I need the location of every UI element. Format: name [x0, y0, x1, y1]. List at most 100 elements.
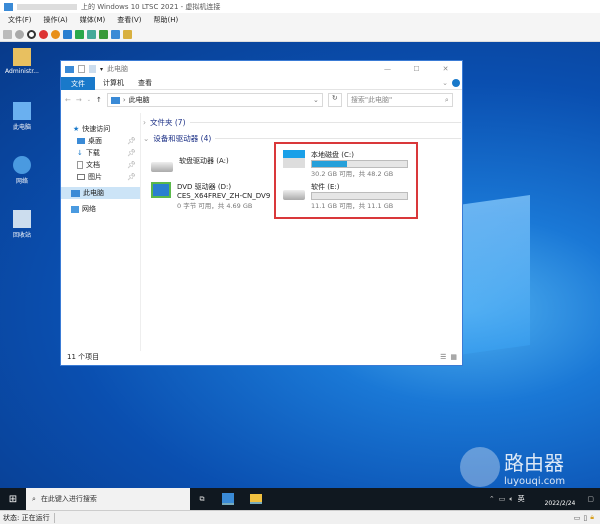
nav-quick-access[interactable]: ★ 快速访问	[61, 123, 140, 135]
group-folders[interactable]: › 文件夹 (7)	[143, 117, 461, 128]
enhanced-session-icon[interactable]	[111, 29, 120, 39]
drive-c[interactable]: 本地磁盘 (C:) 30.2 GB 可用，共 48.2 GB	[283, 150, 408, 178]
label: 桌面	[88, 137, 102, 145]
explorer-status-bar: 11 个项目 ☰ ▦	[67, 352, 457, 362]
vm-status-bar: 状态: 正在运行 ▭ ▯ 🔒︎	[0, 510, 600, 524]
drive-name: 本地磁盘 (C:)	[311, 151, 354, 159]
desktop-icon-network[interactable]: 网络	[4, 156, 40, 185]
label: 文件夹 (7)	[150, 118, 186, 127]
close-button[interactable]: ✕	[433, 65, 458, 73]
notification-icon[interactable]: ▢	[587, 495, 594, 503]
tab-file[interactable]: 文件	[61, 76, 95, 90]
nav-documents[interactable]: 文档 📌︎	[61, 159, 140, 171]
save-icon[interactable]	[51, 29, 60, 39]
file-explorer-icon[interactable]	[250, 494, 262, 504]
clock-date[interactable]: 2022/2/24	[545, 500, 576, 507]
vm-app-icon[interactable]	[222, 493, 234, 505]
taskbar-search[interactable]: ⌕ 在此键入进行搜索	[26, 488, 190, 510]
nav-this-pc[interactable]: 此电脑	[61, 187, 140, 199]
properties-icon[interactable]	[78, 65, 85, 73]
address-bar[interactable]: › 此电脑 ⌄	[106, 93, 323, 107]
share-icon[interactable]	[123, 29, 132, 39]
label: 下载	[85, 149, 100, 157]
computer-icon	[65, 65, 74, 73]
nav-network[interactable]: 网络	[61, 203, 140, 215]
quick-access-dropdown-icon[interactable]: ▾	[100, 66, 103, 73]
menu-file[interactable]: 文件(F)	[8, 15, 32, 25]
task-view-icon[interactable]: ⧉	[190, 495, 214, 504]
menu-view[interactable]: 查看(V)	[117, 15, 141, 25]
ctrl-alt-del-icon[interactable]	[3, 29, 12, 39]
label: 文档	[86, 161, 100, 169]
recent-dropdown-icon[interactable]: ⌄	[87, 97, 91, 103]
vm-status: 状态: 正在运行	[3, 512, 55, 523]
menu-action[interactable]: 操作(A)	[44, 15, 68, 25]
drive-info: 30.2 GB 可用，共 48.2 GB	[311, 170, 394, 178]
volume-icon[interactable]: 🔈︎	[509, 495, 513, 504]
hard-drive-icon	[283, 190, 305, 200]
new-folder-icon[interactable]	[89, 65, 96, 73]
explorer-title-bar: ▾ 此电脑 — ☐ ✕	[61, 61, 462, 77]
floppy-drive-icon	[151, 162, 173, 172]
nav-pictures[interactable]: 图片 📌︎	[61, 171, 140, 183]
desktop-icon-this-pc[interactable]: 此电脑	[4, 102, 40, 131]
back-button[interactable]: ←	[65, 96, 71, 104]
expand-ribbon-icon[interactable]: ⌄	[442, 79, 448, 87]
drive-d[interactable]: DVD 驱动器 (D:) CES_X64FREV_ZH-CN_DV9 0 字节 可用…	[151, 182, 270, 210]
ribbon-tabs: 文件 计算机 查看 ⌄	[61, 76, 462, 90]
pin-icon: 📌︎	[127, 149, 136, 157]
redacted-host	[17, 3, 77, 10]
nav-pane: ★ 快速访问 桌面 📌︎ ↓ 下载 📌︎ 文档 📌︎ 图片 📌︎ 此电脑 网络	[61, 113, 141, 351]
start-icon[interactable]	[15, 29, 24, 39]
drive-info: 0 字节 可用，共 4.69 GB	[177, 202, 253, 210]
nav-desktop[interactable]: 桌面 📌︎	[61, 135, 140, 147]
tab-view[interactable]: 查看	[132, 78, 158, 88]
network-icon	[71, 205, 79, 213]
watermark: 路由器 luyouqi.com	[460, 447, 565, 487]
up-button[interactable]: ↑	[96, 96, 102, 104]
nav-downloads[interactable]: ↓ 下载 📌︎	[61, 147, 140, 159]
computer-icon	[71, 189, 80, 197]
stop-icon[interactable]	[27, 29, 36, 39]
label: 回收站	[12, 232, 31, 239]
drive-e[interactable]: 软件 (E:) 11.1 GB 可用，共 11.1 GB	[283, 182, 408, 210]
pause-icon[interactable]	[63, 29, 72, 39]
label: 网络	[15, 178, 28, 185]
revert-icon[interactable]	[99, 29, 108, 39]
address-dropdown-icon[interactable]: ⌄	[313, 96, 319, 104]
watermark-url: luyouqi.com	[504, 476, 566, 487]
menu-help[interactable]: 帮助(H)	[154, 15, 179, 25]
tray-chevron-icon[interactable]: ⌃	[489, 495, 495, 503]
pin-icon: 📌︎	[127, 137, 136, 145]
desktop-icon-user[interactable]: Administr...	[4, 48, 40, 75]
drive-a[interactable]: 软盘驱动器 (A:)	[151, 154, 229, 172]
forward-button[interactable]: →	[76, 96, 82, 104]
usage-bar	[311, 160, 408, 168]
large-icons-view-icon[interactable]: ▦	[450, 353, 457, 361]
start-button[interactable]: ⊞	[0, 494, 26, 505]
search-placeholder: 搜索"此电脑"	[350, 96, 393, 104]
resume-icon[interactable]	[75, 29, 84, 39]
download-icon: ↓	[77, 149, 83, 157]
help-icon[interactable]	[452, 79, 460, 87]
maximize-button[interactable]: ☐	[404, 65, 429, 73]
keyboard-icon: ▭	[573, 513, 581, 522]
refresh-button[interactable]: ↻	[327, 93, 342, 107]
details-view-icon[interactable]: ☰	[440, 353, 446, 361]
router-icon	[460, 447, 500, 487]
shutdown-icon[interactable]	[39, 29, 48, 39]
drive-name: DVD 驱动器 (D:)	[177, 183, 232, 191]
minimize-button[interactable]: —	[375, 65, 400, 73]
vm-title: 上的 Windows 10 LTSC 2021 - 虚拟机连接	[81, 2, 221, 11]
label: 此电脑	[83, 189, 104, 197]
menu-media[interactable]: 媒体(M)	[80, 15, 106, 25]
network-tray-icon[interactable]: ▭	[499, 495, 506, 503]
tab-computer[interactable]: 计算机	[95, 78, 132, 88]
checkpoint-icon[interactable]	[87, 29, 96, 39]
ime-indicator[interactable]: 英	[518, 494, 525, 504]
desktop-icon-recycle-bin[interactable]: 回收站	[4, 210, 40, 239]
vm-toolbar	[0, 27, 600, 42]
search-box[interactable]: 搜索"此电脑" ⌕	[346, 93, 453, 107]
address-row: ← → ⌄ ↑ › 此电脑 ⌄ ↻ 搜索"此电脑" ⌕	[61, 90, 462, 110]
drive-name: 软盘驱动器 (A:)	[179, 157, 229, 165]
